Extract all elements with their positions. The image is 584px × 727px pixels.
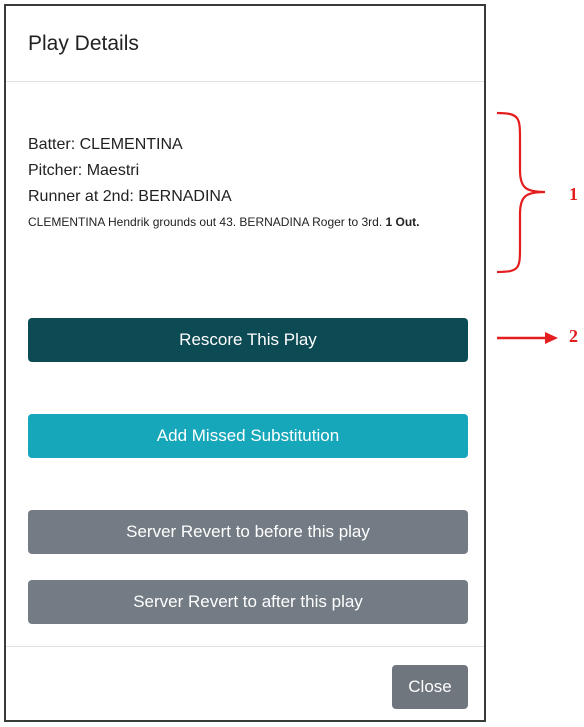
annotation-label-1: 1 <box>569 184 578 204</box>
curly-brace-annotation <box>496 111 546 274</box>
revert-before-play-button[interactable]: Server Revert to before this play <box>28 510 468 554</box>
modal-body: Batter: CLEMENTINA Pitcher: Maestri Runn… <box>6 82 484 646</box>
runner-text: Runner at 2nd: BERNADINA <box>28 188 232 205</box>
modal-header: Play Details <box>6 6 484 82</box>
revert-after-play-button[interactable]: Server Revert to after this play <box>28 580 468 624</box>
play-info: Batter: CLEMENTINA Pitcher: Maestri Runn… <box>28 132 468 230</box>
outs-text: 1 Out. <box>385 215 420 229</box>
arrow-annotation-head <box>545 332 558 344</box>
play-details-modal: Play Details Batter: CLEMENTINA Pitcher:… <box>4 4 486 722</box>
play-description-text: CLEMENTINA Hendrik grounds out 43. BERNA… <box>28 215 386 229</box>
pitcher-text: Pitcher: Maestri <box>28 162 140 179</box>
modal-footer: Close <box>6 646 484 722</box>
play-description: CLEMENTINA Hendrik grounds out 43. BERNA… <box>28 214 468 230</box>
annotation-label-2: 2 <box>569 326 578 346</box>
add-missed-substitution-button[interactable]: Add Missed Substitution <box>28 414 468 458</box>
page: Play Details Batter: CLEMENTINA Pitcher:… <box>0 0 584 727</box>
batter-text: Batter: CLEMENTINA <box>28 136 183 153</box>
modal-title: Play Details <box>28 32 139 55</box>
rescore-play-button[interactable]: Rescore This Play <box>28 318 468 362</box>
close-button[interactable]: Close <box>392 665 468 709</box>
